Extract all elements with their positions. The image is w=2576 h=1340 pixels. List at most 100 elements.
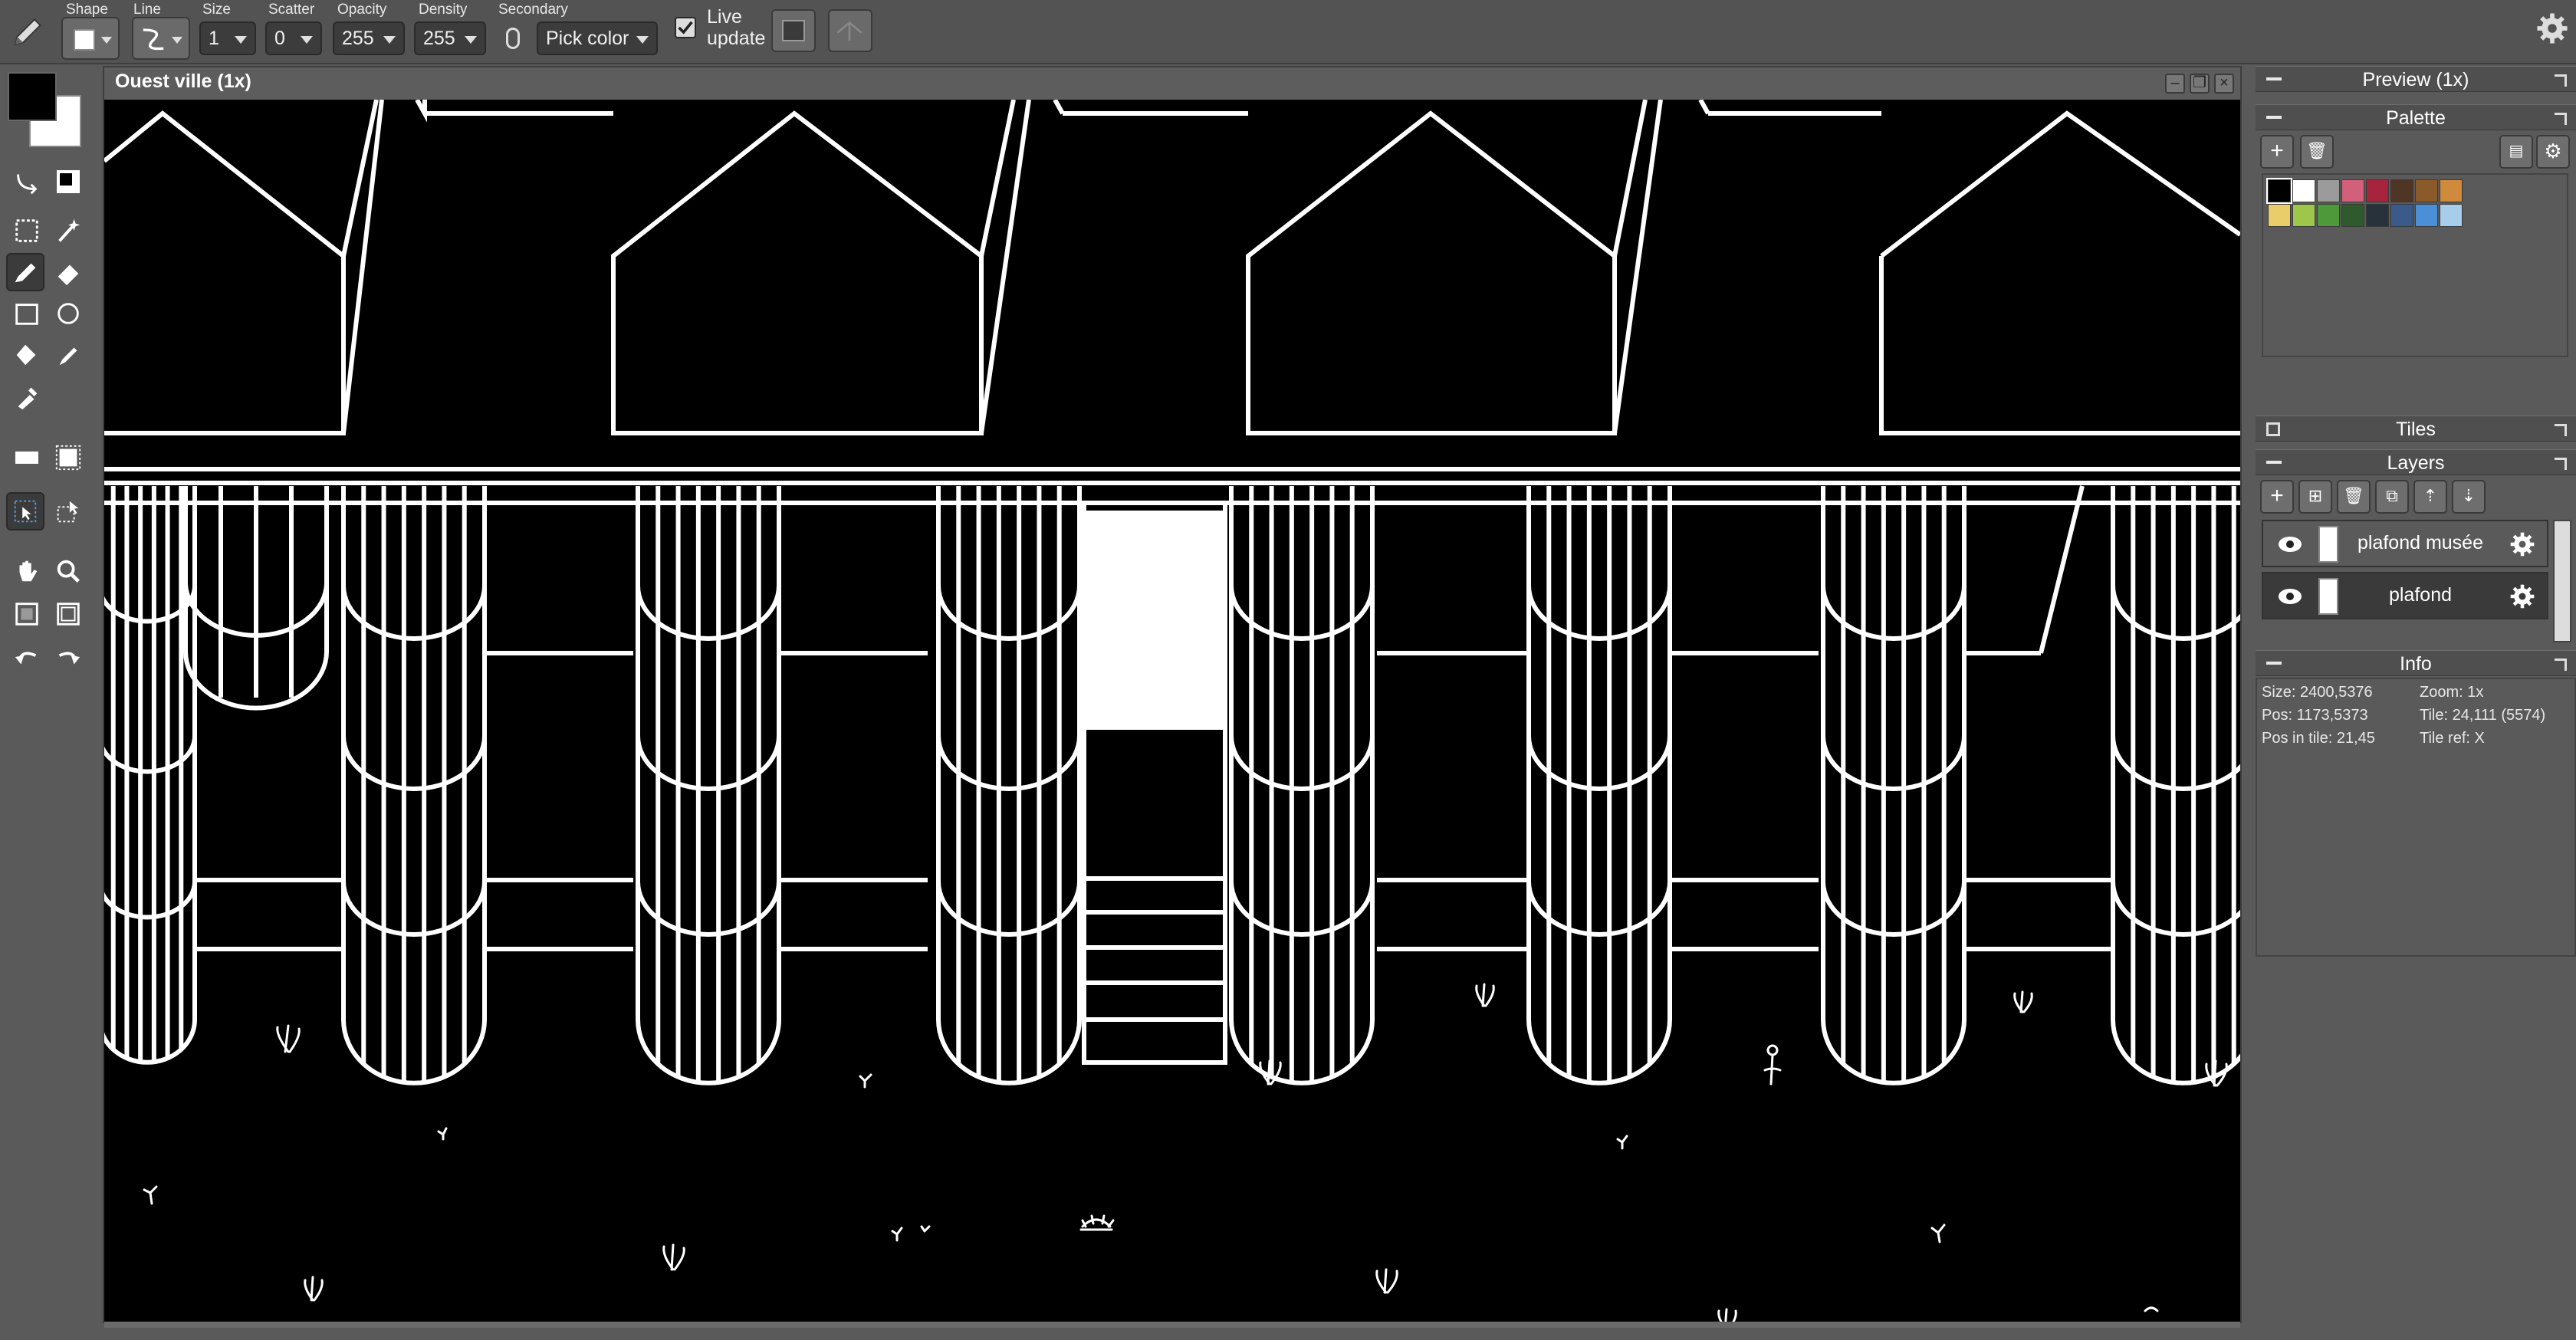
crop-icon[interactable] — [49, 438, 87, 477]
tiles-panel-header[interactable]: Tiles — [2256, 415, 2576, 442]
live-update-label-line2: update — [707, 28, 766, 49]
detach-icon[interactable] — [2555, 424, 2567, 436]
layer-thumbnail — [2318, 526, 2338, 563]
eye-icon[interactable] — [2277, 532, 2303, 557]
ruler-icon[interactable] — [8, 438, 46, 477]
palette-swatch[interactable] — [2366, 179, 2389, 202]
palette-mode-button[interactable]: ▤ — [2499, 135, 2533, 169]
palette-swatch[interactable] — [2341, 204, 2364, 227]
line-dropdown[interactable] — [132, 17, 190, 60]
pencil-icon[interactable] — [8, 14, 46, 52]
layer-mode-button[interactable] — [771, 9, 816, 52]
right-dock: Preview (1x) Palette + 🗑 ▤ ⚙ Tiles Layer… — [2256, 66, 2576, 1340]
detach-icon[interactable] — [2555, 458, 2567, 470]
smooth-line-button[interactable] — [828, 9, 872, 52]
opacity-label: Opacity — [337, 2, 387, 18]
gear-icon[interactable] — [2535, 11, 2570, 46]
move-selection-icon[interactable] — [49, 492, 87, 530]
palette-swatch[interactable] — [2440, 204, 2463, 227]
opacity-select[interactable]: 255 — [333, 21, 405, 55]
rectangle-icon[interactable] — [8, 294, 46, 333]
eye-icon[interactable] — [2277, 584, 2303, 609]
canvas-artwork — [104, 100, 2240, 1322]
delete-layer-button[interactable]: 🗑 — [2337, 480, 2371, 514]
magic-wand-icon[interactable] — [49, 212, 87, 250]
layer-thumbnail — [2318, 578, 2338, 615]
hand-icon[interactable] — [8, 552, 46, 590]
palette-swatch[interactable] — [2317, 179, 2340, 202]
add-color-button[interactable]: + — [2260, 135, 2294, 169]
info-tile-ref: Tile ref: X — [2420, 730, 2485, 747]
layers-panel-title: Layers — [2387, 452, 2445, 474]
secondary-select[interactable]: Pick color — [537, 21, 658, 55]
airbrush-icon[interactable] — [49, 336, 87, 374]
palette-swatch[interactable] — [2292, 179, 2315, 202]
live-update-checkbox[interactable] — [675, 17, 696, 38]
opacity-value: 255 — [342, 28, 374, 49]
pointer-select-icon[interactable] — [6, 492, 44, 530]
restore-window-button[interactable]: ❐ — [2190, 74, 2210, 94]
add-layer-button[interactable]: + — [2260, 480, 2294, 514]
palette-swatch[interactable] — [2390, 179, 2413, 202]
brush-icon[interactable] — [6, 253, 44, 291]
palette-swatch[interactable] — [2390, 204, 2413, 227]
palette-swatch[interactable] — [2268, 204, 2291, 227]
minimize-window-button[interactable]: – — [2165, 74, 2185, 94]
size-label: Size — [202, 2, 231, 18]
gear-icon[interactable] — [2509, 530, 2536, 558]
size-select[interactable]: 1 — [199, 21, 256, 55]
detach-icon[interactable] — [2555, 113, 2567, 125]
palette-swatch[interactable] — [2366, 204, 2389, 227]
frame-view-icon[interactable] — [49, 595, 87, 633]
info-zoom: Zoom: 1x — [2420, 684, 2484, 701]
fill-icon[interactable] — [8, 336, 46, 374]
detach-icon[interactable] — [2555, 74, 2567, 87]
layers-scrollbar[interactable] — [2553, 520, 2571, 642]
eyedropper-icon[interactable] — [8, 377, 46, 415]
duplicate-layer-button[interactable]: ⊞ — [2298, 480, 2332, 514]
swap-colors-icon[interactable] — [8, 163, 46, 201]
palette-swatch[interactable] — [2440, 179, 2463, 202]
delete-color-button[interactable]: 🗑 — [2300, 135, 2334, 169]
info-panel-header[interactable]: Info — [2256, 650, 2576, 676]
secondary-value: Pick color — [546, 28, 629, 49]
palette-panel-header[interactable]: Palette — [2256, 104, 2576, 130]
undo-icon[interactable] — [8, 638, 46, 676]
tiles-panel-title: Tiles — [2396, 419, 2436, 440]
copy-layer-button[interactable]: ⧉ — [2375, 480, 2409, 514]
merge-up-button[interactable]: ⇡ — [2413, 480, 2447, 514]
select-rect-icon[interactable] — [8, 212, 46, 250]
palette-swatch[interactable] — [2341, 179, 2364, 202]
merge-down-button[interactable]: ⇣ — [2452, 480, 2486, 514]
live-update-label-line1: Live — [707, 6, 742, 28]
layers-panel-header[interactable]: Layers — [2256, 449, 2576, 475]
layer-name: plafond musée — [2357, 532, 2483, 553]
preview-panel-header[interactable]: Preview (1x) — [2256, 66, 2576, 92]
palette-swatch-grid — [2262, 173, 2568, 357]
palette-swatch[interactable] — [2292, 204, 2315, 227]
palette-swatch[interactable] — [2415, 204, 2438, 227]
eraser-icon[interactable] — [49, 253, 87, 291]
default-colors-icon[interactable] — [49, 163, 87, 201]
gear-icon[interactable] — [2509, 583, 2536, 610]
close-window-button[interactable]: × — [2214, 74, 2234, 94]
palette-settings-gear-icon[interactable]: ⚙ — [2536, 135, 2570, 169]
palette-swatch[interactable] — [2317, 204, 2340, 227]
grid-view-icon[interactable] — [8, 595, 46, 633]
layer-row[interactable]: plafond musée — [2262, 520, 2548, 567]
ellipse-icon[interactable] — [49, 294, 87, 333]
drawing-canvas[interactable] — [104, 100, 2240, 1322]
layer-row[interactable]: plafond — [2262, 572, 2548, 619]
palette-swatch[interactable] — [2415, 179, 2438, 202]
redo-icon[interactable] — [49, 638, 87, 676]
shape-dropdown[interactable] — [61, 17, 120, 60]
zoom-icon[interactable] — [49, 552, 87, 590]
detach-icon[interactable] — [2555, 659, 2567, 671]
foreground-color-swatch-front[interactable] — [8, 72, 57, 121]
info-tile: Tile: 24,111 (5574) — [2420, 707, 2546, 724]
density-select[interactable]: 255 — [414, 21, 486, 55]
line-curve-icon — [143, 28, 164, 51]
palette-swatch[interactable] — [2266, 178, 2292, 204]
horizontal-scrollbar[interactable] — [104, 1322, 2240, 1328]
scatter-select[interactable]: 0 — [265, 21, 322, 55]
